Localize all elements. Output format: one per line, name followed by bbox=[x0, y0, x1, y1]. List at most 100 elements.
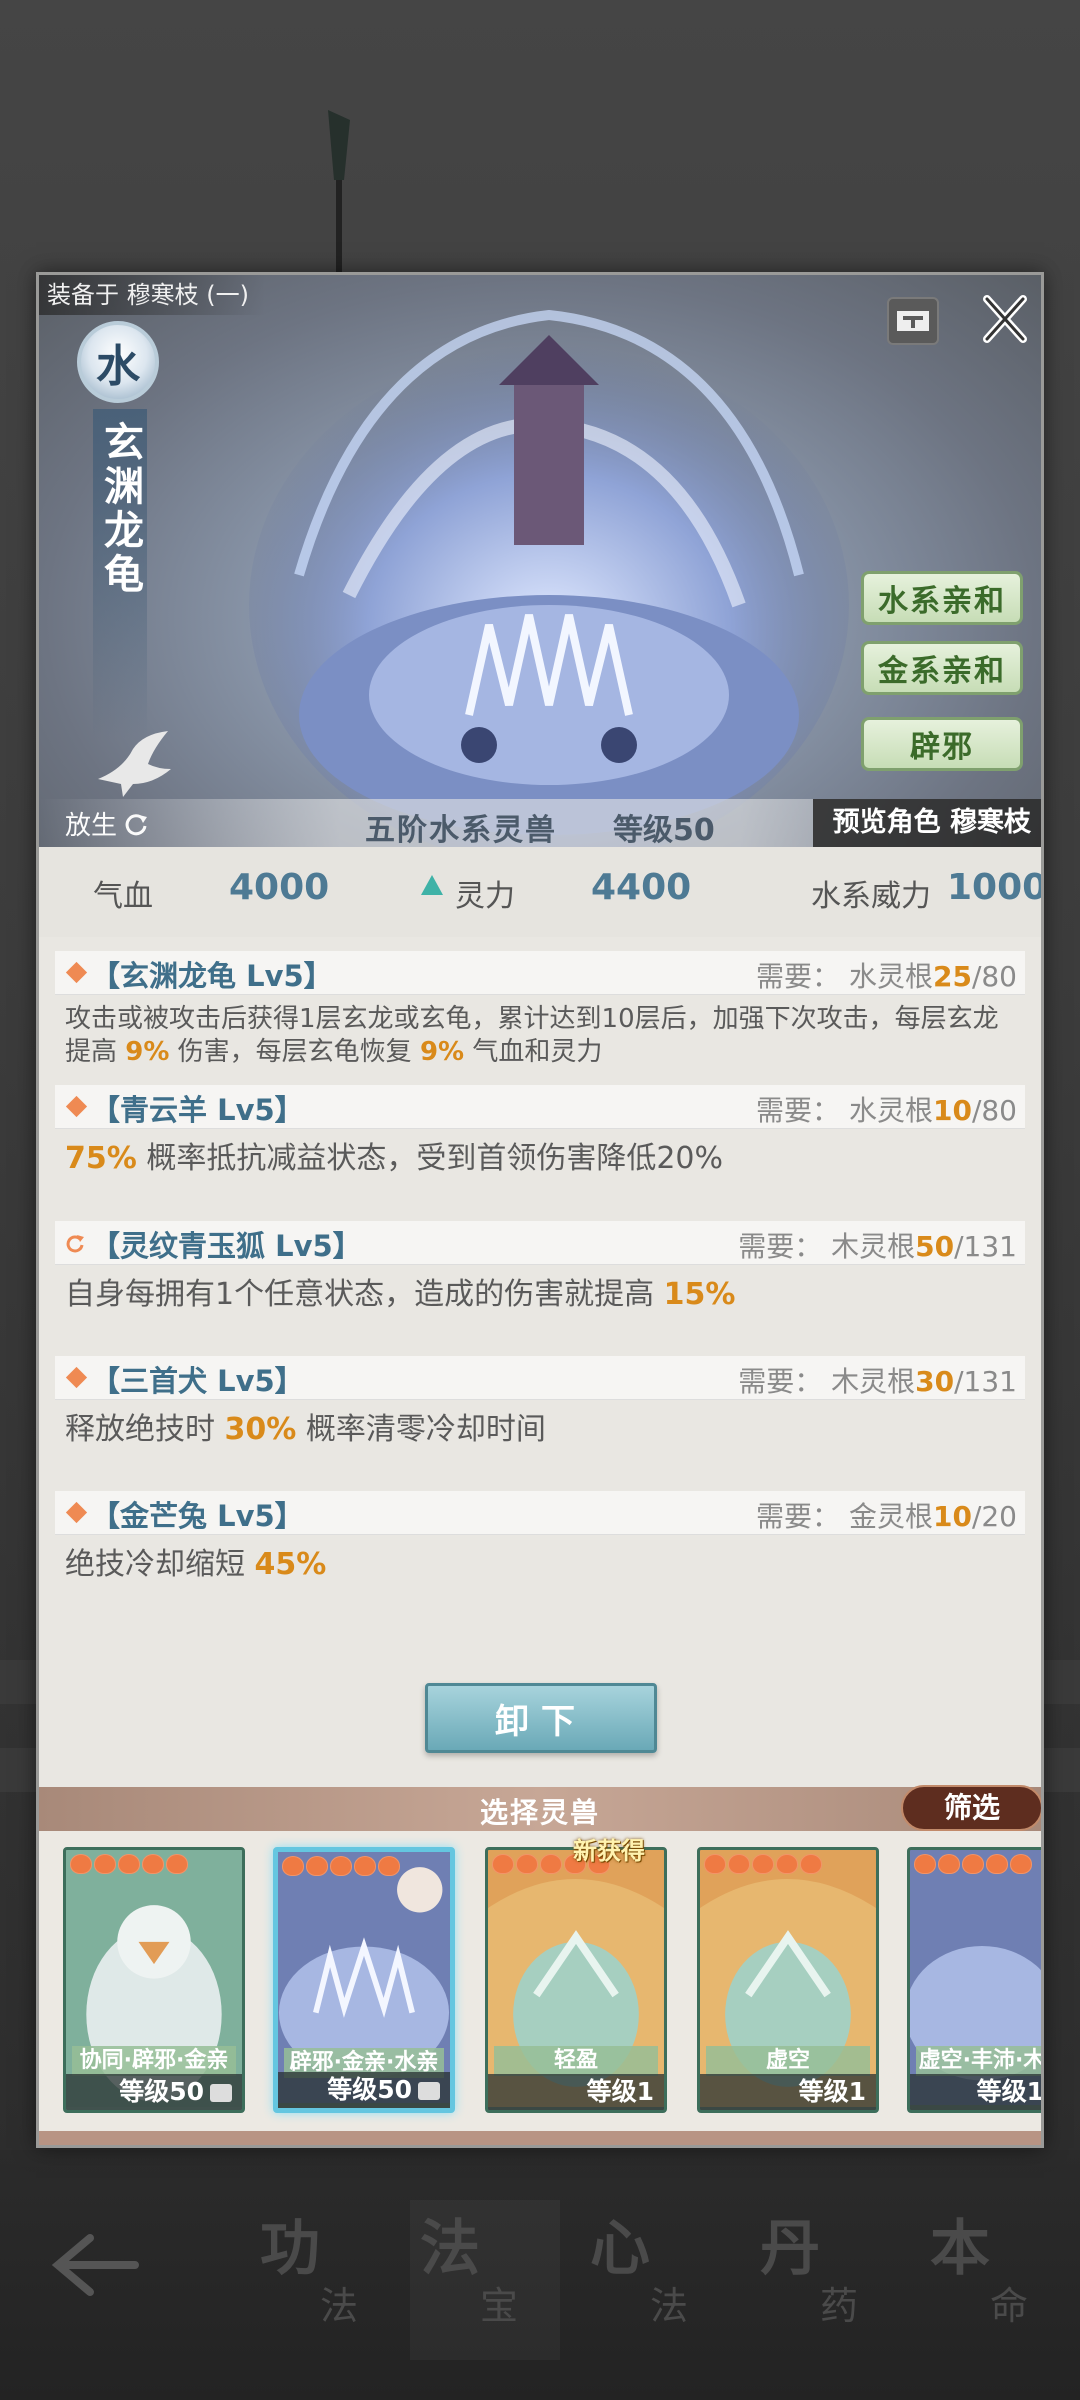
req-prefix: 需要： bbox=[756, 1500, 841, 1533]
skill-requirement: 需要： 木灵根50/131 bbox=[738, 1225, 1017, 1265]
element-badge: 水 bbox=[77, 321, 159, 403]
stats-row: 气血 4000 灵力 4400 水系威力 1000 bbox=[39, 847, 1041, 937]
card-level: 等级1 bbox=[910, 2074, 1044, 2110]
nav-tab-big-char: 心 bbox=[590, 2214, 650, 2284]
beast-card[interactable]: 协同·辟邪·金亲 等级50 bbox=[63, 1847, 245, 2113]
skill-name: 【金芒兔 Lv5】 bbox=[91, 1499, 304, 1533]
close-icon[interactable] bbox=[979, 293, 1031, 345]
desc-text: 气血和灵力 bbox=[464, 1037, 603, 1067]
skill-entry: 【金芒兔 Lv5】 需要： 金灵根10/20 绝技冷却缩短 45% bbox=[55, 1491, 1025, 1587]
bottom-nav: 功 法 法 宝 心 法 丹 药 本 命 bbox=[0, 2150, 1080, 2400]
panel-bottom-edge bbox=[39, 2131, 1041, 2145]
nav-tab-small-char: 药 bbox=[820, 2284, 859, 2328]
diamond-icon bbox=[65, 1501, 88, 1524]
desc-text: 概率清零冷却时间 bbox=[296, 1412, 546, 1447]
nav-tab-small-char: 法 bbox=[320, 2284, 359, 2328]
sp-value: 4400 bbox=[591, 867, 692, 908]
card-level-text: 等级1 bbox=[798, 2077, 866, 2106]
skill-name: 【灵纹青玉狐 Lv5】 bbox=[91, 1229, 362, 1263]
card-level: 等级1 bbox=[488, 2074, 664, 2110]
beast-card-list[interactable]: 协同·辟邪·金亲 等级50 辟邪·金亲·水亲 等级50 轻盈 等级1 虚空 等级… bbox=[39, 1831, 1041, 2131]
desc-highlight: 9% bbox=[125, 1037, 170, 1067]
trait-water-affinity[interactable]: 水系亲和 bbox=[861, 571, 1023, 625]
power-label: 水系威力 bbox=[811, 879, 931, 914]
equipped-label: 装备于 穆寒枝 (一) bbox=[39, 275, 265, 315]
filter-button[interactable]: 筛选 bbox=[901, 1785, 1041, 1831]
back-arrow-icon[interactable] bbox=[50, 2230, 140, 2300]
nav-tab-benming[interactable]: 本 命 bbox=[920, 2200, 1070, 2360]
card-tags: 虚空·丰沛·木 bbox=[916, 2046, 1041, 2076]
nav-tab-big-char: 本 bbox=[930, 2214, 990, 2284]
desc-text: 绝技冷却缩短 bbox=[65, 1547, 255, 1582]
diamond-icon bbox=[65, 1095, 88, 1118]
beast-detail-panel: 装备于 穆寒枝 (一) 水 玄渊龙龟 放生 水系亲和 金系亲和 辟邪 bbox=[36, 272, 1044, 2148]
skill-header: 【青云羊 Lv5】 需要： 水灵根10/80 bbox=[55, 1085, 1025, 1129]
card-level-text: 等级1 bbox=[976, 2077, 1044, 2106]
req-root: 木灵根 bbox=[831, 1365, 916, 1398]
req-root: 水灵根 bbox=[848, 960, 933, 993]
select-beast-title: 选择灵兽 bbox=[479, 1796, 600, 1829]
beast-artwork bbox=[249, 309, 849, 847]
nav-tab-big-char: 功 bbox=[260, 2214, 320, 2284]
desc-text: 自身每拥有1个任意状态，造成的伤害就提高 bbox=[65, 1277, 664, 1312]
skill-description: 释放绝技时 30% 概率清零冷却时间 bbox=[55, 1400, 1025, 1452]
sword-silhouette bbox=[328, 110, 350, 280]
skill-entry: 【玄渊龙龟 Lv5】 需要： 水灵根25/80 攻击或被攻击后获得1层玄龙或玄龟… bbox=[55, 951, 1025, 1069]
skill-description: 自身每拥有1个任意状态，造成的伤害就提高 15% bbox=[55, 1265, 1025, 1317]
req-total: /80 bbox=[971, 1094, 1017, 1127]
card-level-text: 等级50 bbox=[327, 2075, 412, 2104]
card-tags: 轻盈 bbox=[494, 2046, 658, 2076]
req-root: 金灵根 bbox=[848, 1500, 933, 1533]
skill-name: 【玄渊龙龟 Lv5】 bbox=[91, 959, 333, 993]
skill-description: 绝技冷却缩短 45% bbox=[55, 1535, 1025, 1587]
diamond-icon bbox=[65, 961, 88, 984]
skill-header: 【金芒兔 Lv5】 需要： 金灵根10/20 bbox=[55, 1491, 1025, 1535]
card-level: 等级50 bbox=[278, 2072, 450, 2108]
sp-label: 灵力 bbox=[455, 879, 515, 914]
preview-role-button[interactable]: 预览角色 穆寒枝 bbox=[812, 799, 1041, 847]
unequip-button[interactable]: 卸下 bbox=[425, 1683, 657, 1753]
req-have: 10 bbox=[932, 1094, 972, 1127]
skill-header: 【玄渊龙龟 Lv5】 需要： 水灵根25/80 bbox=[55, 951, 1025, 995]
beast-tier: 五阶水系灵兽 bbox=[365, 813, 557, 847]
card-level: 等级1 bbox=[700, 2074, 876, 2110]
nav-tab-small-char: 命 bbox=[990, 2284, 1029, 2328]
req-have: 30 bbox=[915, 1365, 955, 1398]
nav-tab-big-char: 丹 bbox=[760, 2214, 820, 2284]
desc-text: 伤害，每层玄龟恢复 bbox=[169, 1037, 420, 1067]
beast-card[interactable]: 轻盈 等级1 bbox=[485, 1847, 667, 2113]
hp-value: 4000 bbox=[229, 867, 330, 908]
req-prefix: 需要： bbox=[756, 960, 841, 993]
nav-tab-fabao[interactable]: 法 宝 bbox=[410, 2200, 560, 2360]
skill-requirement: 需要： 水灵根10/80 bbox=[756, 1089, 1017, 1129]
select-beast-bar: 选择灵兽 bbox=[39, 1787, 1041, 1831]
desc-text: 概率抵抗减益状态，受到首领伤害降低20% bbox=[136, 1141, 724, 1176]
beast-card[interactable]: 辟邪·金亲·水亲 等级50 bbox=[273, 1847, 455, 2113]
nav-tab-danyao[interactable]: 丹 药 bbox=[750, 2200, 900, 2360]
skill-header: 【灵纹青玉狐 Lv5】 需要： 木灵根50/131 bbox=[55, 1221, 1025, 1265]
skill-description: 攻击或被攻击后获得1层玄龙或玄龟，累计达到10层后，加强下次攻击，每层玄龙提高 … bbox=[55, 995, 1025, 1069]
nav-tab-xinfa[interactable]: 心 法 bbox=[580, 2200, 730, 2360]
req-total: /20 bbox=[971, 1500, 1017, 1533]
skill-entry: 【三首犬 Lv5】 需要： 木灵根30/131 释放绝技时 30% 概率清零冷却… bbox=[55, 1356, 1025, 1452]
ticket-icon[interactable] bbox=[887, 297, 939, 345]
req-prefix: 需要： bbox=[738, 1365, 823, 1398]
skill-requirement: 需要： 木灵根30/131 bbox=[738, 1360, 1017, 1400]
nav-tab-gongfa[interactable]: 功 法 bbox=[250, 2200, 400, 2360]
beast-card[interactable]: 虚空 等级1 bbox=[697, 1847, 879, 2113]
desc-highlight: 45% bbox=[254, 1547, 327, 1582]
beast-card[interactable]: 虚空·丰沛·木 等级1 bbox=[907, 1847, 1044, 2113]
star-rating bbox=[282, 1856, 400, 1876]
desc-highlight: 30% bbox=[224, 1412, 297, 1447]
hp-label: 气血 bbox=[93, 879, 153, 914]
desc-highlight: 9% bbox=[419, 1037, 465, 1067]
beast-hero: 装备于 穆寒枝 (一) 水 玄渊龙龟 放生 水系亲和 金系亲和 辟邪 bbox=[39, 275, 1041, 847]
trait-ward-evil[interactable]: 辟邪 bbox=[861, 717, 1023, 771]
nav-tab-small-char: 法 bbox=[650, 2284, 689, 2328]
trait-metal-affinity[interactable]: 金系亲和 bbox=[861, 641, 1023, 695]
skill-entry: 【青云羊 Lv5】 需要： 水灵根10/80 75% 概率抵抗减益状态，受到首领… bbox=[55, 1085, 1025, 1181]
req-total: /131 bbox=[954, 1230, 1017, 1263]
desc-text: 释放绝技时 bbox=[65, 1412, 225, 1447]
card-level-text: 等级50 bbox=[119, 2077, 204, 2106]
star-rating bbox=[70, 1854, 188, 1874]
